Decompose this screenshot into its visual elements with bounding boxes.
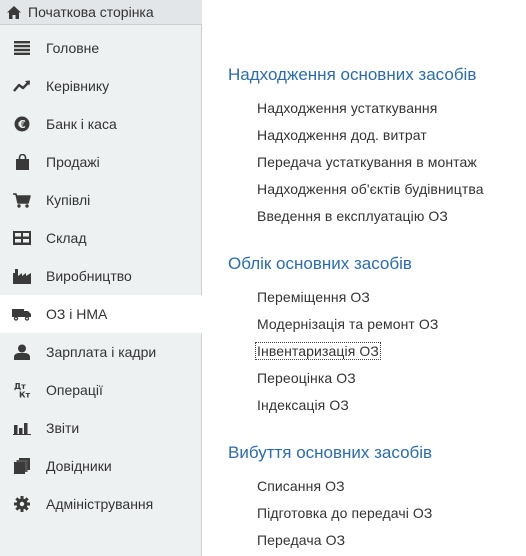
- link-write-off[interactable]: Списання ОЗ: [257, 478, 345, 494]
- link-construction-objects[interactable]: Надходження об'єктів будівництва: [257, 181, 484, 197]
- shopping-bag-icon: [0, 143, 46, 181]
- person-icon: [0, 333, 46, 371]
- sidebar-item-payroll[interactable]: Зарплата і кадри: [0, 333, 202, 371]
- sidebar-item-manager[interactable]: Керівнику: [0, 67, 202, 105]
- coins-icon: €: [0, 105, 46, 143]
- link-transfer[interactable]: Передача ОЗ: [257, 532, 345, 548]
- sidebar-item-label: Продажі: [46, 154, 100, 170]
- warehouse-grid-icon: [0, 219, 46, 257]
- link-relocation[interactable]: Переміщення ОЗ: [257, 289, 370, 305]
- sidebar-item-label: Банк і каса: [46, 116, 117, 132]
- sidebar-item-label: Головне: [46, 40, 100, 56]
- sidebar-item-label: Склад: [46, 230, 87, 246]
- link-modernization-repair[interactable]: Модернізація та ремонт ОЗ: [257, 316, 438, 332]
- cart-icon: [0, 181, 46, 219]
- sidebar-item-directories[interactable]: Довідники: [0, 447, 202, 485]
- home-page-label: Початкова сторінка: [28, 4, 154, 20]
- sidebar-item-label: Виробництво: [46, 268, 132, 284]
- trend-chart-icon: [0, 67, 46, 105]
- sidebar-item-label: Купівлі: [46, 192, 91, 208]
- sidebar-item-administration[interactable]: Адміністрування: [0, 485, 202, 523]
- sidebar-item-label: Довідники: [46, 458, 112, 474]
- home-icon: [0, 5, 28, 19]
- sidebar-item-sales[interactable]: Продажі: [0, 143, 202, 181]
- bar-chart-icon: [0, 409, 46, 447]
- main-content: Надходження основних засобів Надходження…: [202, 0, 526, 556]
- sidebar: Початкова сторінка Головне Керівнику € Б…: [0, 0, 202, 556]
- sidebar-item-label: Адміністрування: [46, 496, 154, 512]
- link-commissioning[interactable]: Введення в експлуатацію ОЗ: [257, 208, 448, 224]
- sidebar-item-operations[interactable]: Дт Кт Операції: [0, 371, 202, 409]
- link-equipment-installation[interactable]: Передача устаткування в монтаж: [257, 154, 477, 170]
- sidebar-item-fixed-assets[interactable]: ОЗ і НМА: [0, 295, 202, 333]
- menu-lines-icon: [0, 29, 46, 67]
- link-equipment-receipt[interactable]: Надходження устаткування: [257, 100, 437, 116]
- sidebar-item-warehouse[interactable]: Склад: [0, 219, 202, 257]
- link-additional-costs[interactable]: Надходження дод. витрат: [257, 127, 427, 143]
- link-inventory[interactable]: Інвентаризація ОЗ: [255, 342, 381, 360]
- truck-icon: [0, 295, 46, 333]
- link-transfer-preparation[interactable]: Підготовка до передачі ОЗ: [257, 505, 432, 521]
- sidebar-item-label: Операції: [46, 382, 103, 398]
- sidebar-item-main[interactable]: Головне: [0, 29, 202, 67]
- sidebar-item-purchases[interactable]: Купівлі: [0, 181, 202, 219]
- sidebar-item-reports[interactable]: Звіти: [0, 409, 202, 447]
- sidebar-item-production[interactable]: Виробництво: [0, 257, 202, 295]
- svg-text:€: €: [17, 118, 26, 131]
- sidebar-item-label: Керівнику: [46, 78, 110, 94]
- home-page-link[interactable]: Початкова сторінка: [0, 0, 202, 25]
- dt-kt-icon: Дт Кт: [0, 371, 46, 409]
- sidebar-item-label: ОЗ і НМА: [46, 306, 108, 322]
- link-indexation[interactable]: Індексація ОЗ: [257, 397, 349, 413]
- sidebar-item-label: Зарплата і кадри: [46, 344, 157, 360]
- section-title-accounting: Облік основних засобів: [228, 254, 412, 273]
- sidebar-item-label: Звіти: [46, 420, 80, 436]
- section-title-disposal: Вибуття основних засобів: [228, 443, 433, 462]
- section-title-receipt: Надходження основних засобів: [228, 65, 477, 84]
- link-revaluation[interactable]: Переоцінка ОЗ: [257, 370, 356, 386]
- factory-icon: [0, 257, 46, 295]
- gear-icon: [0, 485, 46, 523]
- svg-text:Кт: Кт: [19, 391, 31, 399]
- books-icon: [0, 447, 46, 485]
- sidebar-item-bank[interactable]: € Банк і каса: [0, 105, 202, 143]
